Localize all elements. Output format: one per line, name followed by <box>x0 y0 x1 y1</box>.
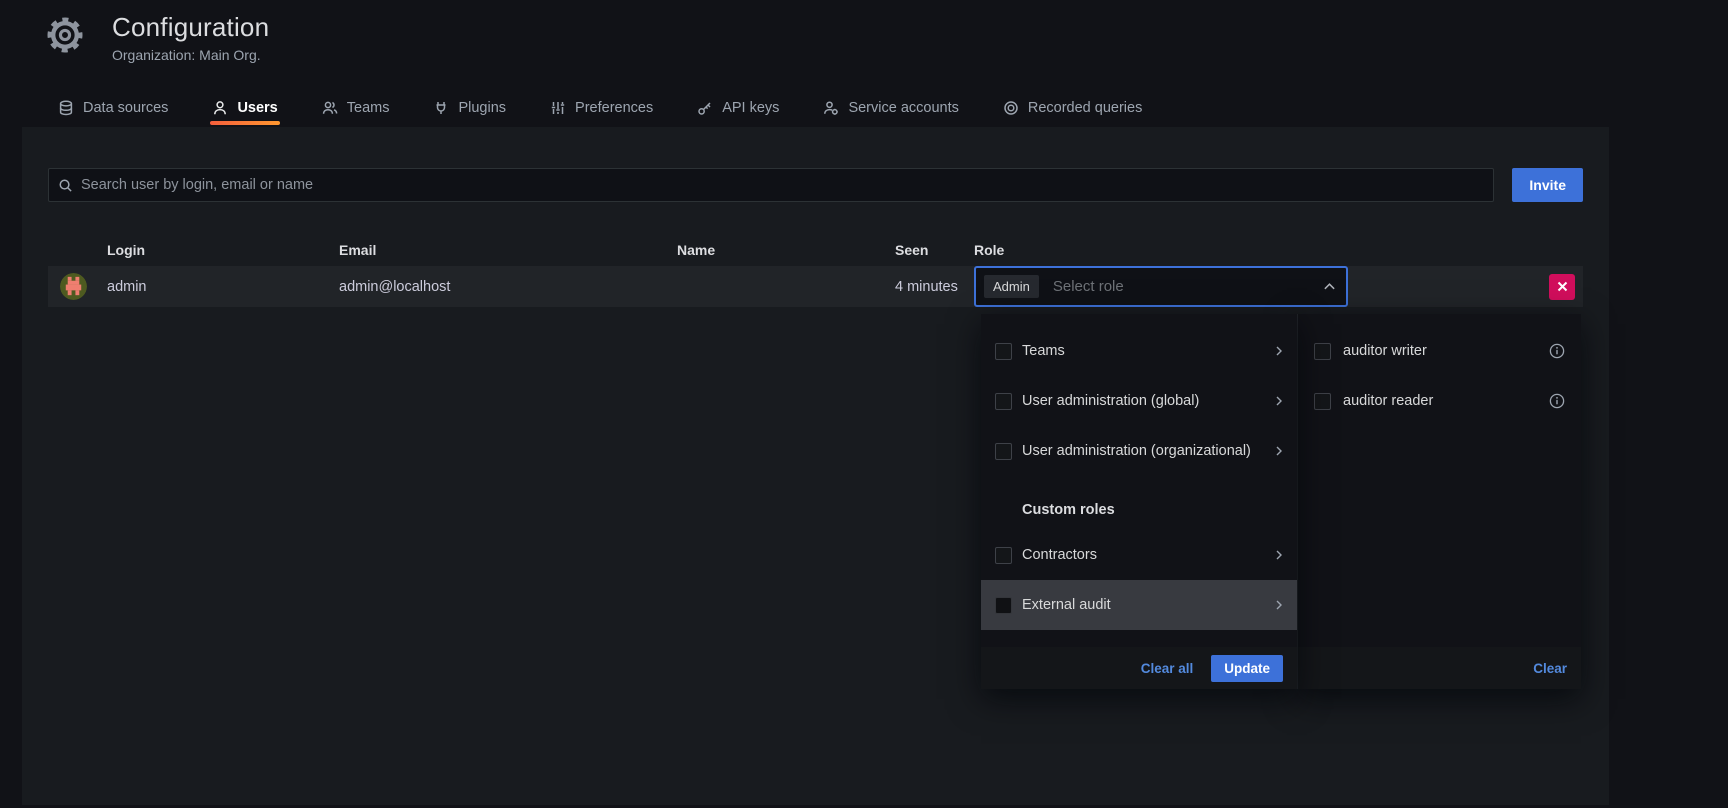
checkbox[interactable] <box>995 343 1012 360</box>
checkbox[interactable] <box>995 443 1012 460</box>
gear-icon <box>44 14 86 56</box>
role-group-user-admin-global[interactable]: User administration (global) <box>981 376 1297 426</box>
role-select-placeholder: Select role <box>1053 278 1309 295</box>
role-group-label: User administration (global) <box>1022 393 1199 409</box>
search-icon <box>58 178 73 193</box>
tab-preferences[interactable]: Preferences <box>540 94 663 122</box>
role-group-label: Contractors <box>1022 547 1097 563</box>
user-icon <box>212 100 228 116</box>
chevron-right-icon <box>1275 345 1283 357</box>
cell-seen: 4 minutes <box>895 279 974 295</box>
page-title: Configuration <box>112 12 269 43</box>
role-option-label: auditor writer <box>1343 343 1427 359</box>
chevron-up-icon <box>1323 282 1336 291</box>
clear-all-button[interactable]: Clear all <box>1141 661 1194 676</box>
tab-users[interactable]: Users <box>202 94 287 122</box>
tab-label: Teams <box>347 100 390 116</box>
tab-service-accounts[interactable]: Service accounts <box>813 94 968 122</box>
role-group-user-admin-org[interactable]: User administration (organizational) <box>981 426 1297 476</box>
page-subtitle: Organization: Main Org. <box>112 47 269 63</box>
key-icon <box>697 100 713 116</box>
info-icon[interactable] <box>1549 393 1565 409</box>
role-group-label: Teams <box>1022 343 1065 359</box>
chevron-right-icon <box>1275 395 1283 407</box>
col-header-login: Login <box>107 242 339 258</box>
role-badge-admin: Admin <box>984 275 1039 298</box>
checkbox[interactable] <box>1314 393 1331 410</box>
role-submenu: auditor writer auditor reader Clear <box>1297 314 1581 689</box>
clear-button[interactable]: Clear <box>1533 661 1567 676</box>
record-icon <box>1003 100 1019 116</box>
update-button[interactable]: Update <box>1211 655 1283 682</box>
checkbox[interactable] <box>1314 343 1331 360</box>
sliders-icon <box>550 100 566 116</box>
close-icon <box>1557 281 1568 292</box>
role-picker-dropdown: Teams User administration (global) User … <box>981 314 1297 689</box>
custom-roles-heading: Custom roles <box>981 490 1297 530</box>
delete-user-button[interactable] <box>1549 274 1575 300</box>
info-icon[interactable] <box>1549 343 1565 359</box>
role-group-teams[interactable]: Teams <box>981 326 1297 376</box>
col-header-email: Email <box>339 242 677 258</box>
tab-label: Data sources <box>83 100 168 116</box>
database-icon <box>58 100 74 116</box>
role-group-label: User administration (organizational) <box>1022 443 1251 459</box>
tab-label: Recorded queries <box>1028 100 1142 116</box>
checkbox[interactable] <box>995 393 1012 410</box>
chevron-right-icon <box>1275 445 1283 457</box>
chevron-right-icon <box>1275 599 1283 611</box>
cell-email: admin@localhost <box>339 279 677 295</box>
tab-data-sources[interactable]: Data sources <box>48 94 178 122</box>
role-group-label: External audit <box>1022 597 1111 613</box>
role-picker-list: Teams User administration (global) User … <box>981 314 1297 647</box>
tab-api-keys[interactable]: API keys <box>687 94 789 122</box>
users-icon <box>322 100 338 116</box>
tab-label: Users <box>237 100 277 116</box>
users-toolbar: Invite <box>48 168 1583 202</box>
checkbox[interactable] <box>995 597 1012 614</box>
tab-label: API keys <box>722 100 779 116</box>
plug-icon <box>433 100 449 116</box>
tab-label: Service accounts <box>848 100 958 116</box>
invite-button[interactable]: Invite <box>1512 168 1583 202</box>
role-group-external-audit[interactable]: External audit <box>981 580 1297 630</box>
role-select[interactable]: Admin Select role <box>974 266 1348 307</box>
tab-label: Plugins <box>458 100 506 116</box>
user-avatar <box>60 273 87 300</box>
tab-recorded-queries[interactable]: Recorded queries <box>993 94 1152 122</box>
table-header-row: Login Email Name Seen Role <box>48 233 1583 266</box>
configuration-page: Configuration Organization: Main Org. Da… <box>0 0 1728 808</box>
role-submenu-list: auditor writer auditor reader <box>1298 314 1581 647</box>
role-group-contractors[interactable]: Contractors <box>981 530 1297 580</box>
col-header-role: Role <box>974 242 1354 258</box>
role-option-auditor-writer[interactable]: auditor writer <box>1298 326 1581 376</box>
chevron-right-icon <box>1275 549 1283 561</box>
col-header-name: Name <box>677 242 895 258</box>
role-submenu-footer: Clear <box>1298 647 1581 689</box>
tab-teams[interactable]: Teams <box>312 94 400 122</box>
cell-login: admin <box>107 279 339 295</box>
tab-plugins[interactable]: Plugins <box>423 94 516 122</box>
search-box <box>48 168 1494 202</box>
search-input[interactable] <box>81 177 1484 193</box>
page-header: Configuration Organization: Main Org. <box>44 12 269 63</box>
tab-label: Preferences <box>575 100 653 116</box>
role-option-label: auditor reader <box>1343 393 1433 409</box>
tab-bar: Data sources Users Teams Plugins <box>48 92 1152 124</box>
role-picker-footer: Clear all Update <box>981 647 1297 689</box>
users-table: Login Email Name Seen Role <box>48 233 1583 307</box>
col-header-seen: Seen <box>895 242 974 258</box>
checkbox[interactable] <box>995 547 1012 564</box>
service-account-icon <box>823 100 839 116</box>
table-row: admin admin@localhost 4 minutes Admin Se… <box>48 266 1583 307</box>
role-option-auditor-reader[interactable]: auditor reader <box>1298 376 1581 426</box>
